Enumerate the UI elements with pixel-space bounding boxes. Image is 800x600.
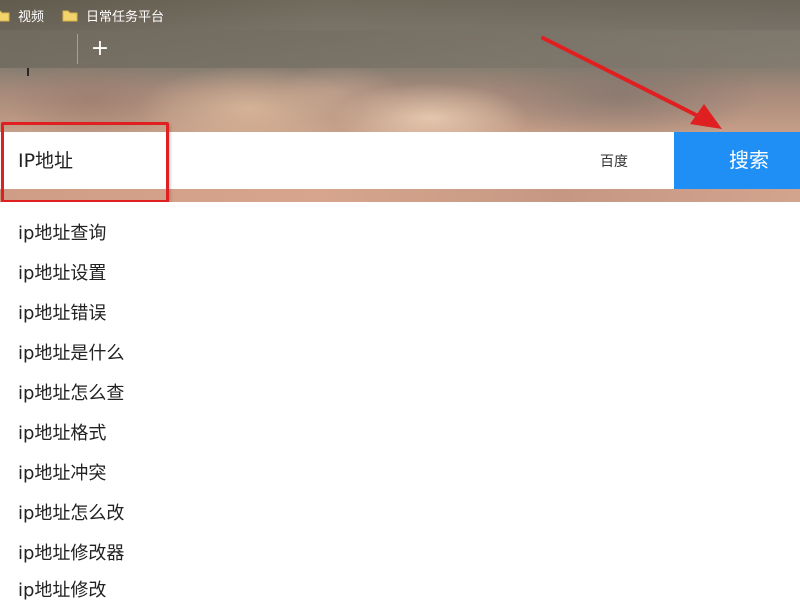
folder-icon: [62, 9, 78, 22]
highlight-box-annotation: [1, 122, 169, 203]
suggestion-item[interactable]: ip地址设置: [18, 259, 106, 289]
decorative-mark: [27, 68, 29, 76]
suggestion-item[interactable]: ip地址修改: [18, 576, 106, 600]
suggestion-item[interactable]: ip地址修改器: [18, 539, 124, 569]
new-tab-button[interactable]: +: [88, 36, 112, 62]
search-engine-label: 百度: [600, 154, 628, 170]
bookmark-label: 视频: [18, 9, 45, 25]
bookmark-videos[interactable]: 视频: [0, 5, 44, 25]
plus-icon: +: [90, 36, 110, 61]
suggestion-item[interactable]: ip地址冲突: [18, 459, 106, 489]
folder-icon: [0, 9, 10, 22]
suggestion-item[interactable]: ip地址怎么改: [18, 499, 124, 529]
tab-strip: [0, 30, 800, 68]
suggestion-list: ip地址查询 ip地址设置 ip地址错误 ip地址是什么 ip地址怎么查 ip地…: [0, 202, 800, 600]
suggestion-item[interactable]: ip地址格式: [18, 419, 106, 449]
search-engine-select[interactable]: 百度: [592, 149, 668, 173]
search-button-label: 搜索: [729, 148, 769, 172]
suggestion-item[interactable]: ip地址错误: [18, 299, 106, 329]
bookmark-label: 日常任务平台: [86, 9, 165, 25]
search-button[interactable]: 搜索: [674, 132, 800, 189]
tab-divider: [77, 34, 78, 64]
suggestion-item[interactable]: ip地址是什么: [18, 339, 124, 369]
suggestion-item[interactable]: ip地址查询: [18, 219, 106, 249]
bookmark-daily-tasks[interactable]: 日常任务平台: [62, 5, 164, 25]
browser-page: 视频 日常任务平台 + 百度 搜索: [0, 0, 800, 600]
suggestion-item[interactable]: ip地址怎么查: [18, 379, 124, 409]
